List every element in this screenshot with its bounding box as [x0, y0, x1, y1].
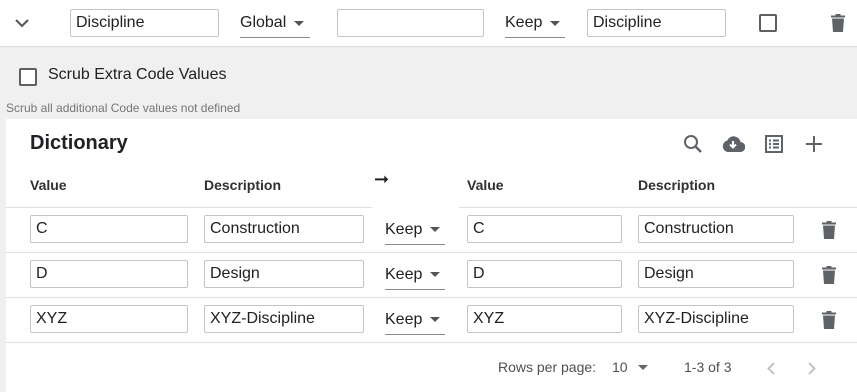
- rows-per-page-select[interactable]: 10: [612, 359, 648, 375]
- mapping-row-checkbox[interactable]: [759, 14, 777, 32]
- table-row: D Design Keep D Design: [6, 253, 857, 298]
- delete-icon[interactable]: [818, 264, 840, 286]
- scrub-checkbox[interactable]: [19, 68, 37, 86]
- cloud-download-icon[interactable]: [720, 133, 746, 155]
- target-field-input[interactable]: Discipline: [587, 9, 726, 37]
- target-value-input[interactable]: C: [467, 215, 622, 243]
- scrub-label: Scrub Extra Code Values: [48, 66, 227, 83]
- delete-icon[interactable]: [818, 219, 840, 241]
- row-action-select[interactable]: Keep: [385, 215, 445, 245]
- target-description-input[interactable]: Construction: [638, 215, 794, 243]
- action-select-value: Keep: [505, 14, 543, 31]
- description-input[interactable]: Design: [204, 260, 364, 288]
- target-value-input[interactable]: D: [467, 260, 622, 288]
- chevron-down-icon: [294, 20, 305, 26]
- value-input[interactable]: C: [30, 215, 188, 243]
- chevron-right-icon[interactable]: [803, 359, 821, 377]
- target-description-input[interactable]: XYZ-Discipline: [638, 305, 794, 333]
- list-view-icon[interactable]: [763, 133, 785, 155]
- table-row: C Construction Keep C Construction: [6, 208, 857, 253]
- chevron-left-icon[interactable]: [762, 359, 780, 377]
- action-select[interactable]: Keep: [505, 9, 565, 38]
- collapse-chevron-icon[interactable]: [12, 13, 32, 33]
- delete-icon[interactable]: [818, 309, 840, 331]
- arrow-right-icon: ➞: [374, 169, 390, 189]
- chevron-down-icon: [637, 364, 648, 370]
- chevron-down-icon: [430, 317, 441, 322]
- scope-select-value: Global: [240, 14, 287, 31]
- dictionary-title: Dictionary: [30, 132, 128, 154]
- row-action-select[interactable]: Keep: [385, 260, 445, 290]
- add-icon[interactable]: [803, 133, 825, 155]
- middle-field-input[interactable]: [337, 9, 484, 37]
- target-value-input[interactable]: XYZ: [467, 305, 622, 333]
- source-field-input[interactable]: Discipline: [70, 9, 219, 37]
- column-header-description: Description: [204, 177, 282, 193]
- target-description-input[interactable]: Design: [638, 260, 794, 288]
- value-input[interactable]: D: [30, 260, 188, 288]
- description-input[interactable]: Construction: [204, 215, 364, 243]
- table-row: XYZ XYZ-Discipline Keep XYZ XYZ-Discipli…: [6, 298, 857, 343]
- mapping-row: Discipline Global Keep Discipline: [0, 0, 857, 47]
- description-input[interactable]: XYZ-Discipline: [204, 305, 364, 333]
- row-action-value: Keep: [385, 310, 423, 328]
- row-action-value: Keep: [385, 265, 423, 283]
- column-header-value: Value: [30, 177, 67, 193]
- pagination-range: 1-3 of 3: [684, 359, 732, 375]
- column-header-target-value: Value: [467, 177, 504, 193]
- column-header-target-description: Description: [638, 177, 716, 193]
- row-action-select[interactable]: Keep: [385, 305, 445, 335]
- rows-per-page-label: Rows per page:: [498, 359, 597, 375]
- scope-select[interactable]: Global: [240, 9, 310, 38]
- value-input[interactable]: XYZ: [30, 305, 188, 333]
- scrub-help-text: Scrub all additional Code values not def…: [6, 101, 241, 115]
- chevron-down-icon: [430, 227, 441, 232]
- row-action-value: Keep: [385, 220, 423, 238]
- search-icon[interactable]: [682, 133, 704, 155]
- rows-per-page-value: 10: [612, 359, 628, 375]
- chevron-down-icon: [550, 20, 561, 26]
- delete-icon[interactable]: [828, 12, 848, 34]
- chevron-down-icon: [430, 272, 441, 277]
- dictionary-card: Dictionary Value Description ➞ Value Des…: [6, 119, 857, 392]
